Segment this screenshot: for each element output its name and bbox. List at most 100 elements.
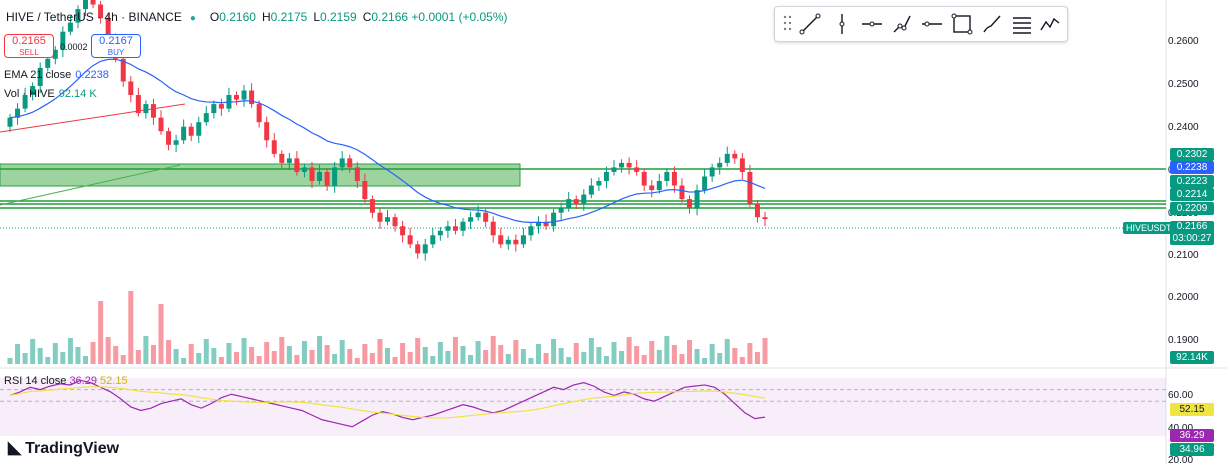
volume-bar [120, 355, 126, 364]
volume-bar [143, 336, 149, 364]
volume-bar [166, 340, 172, 364]
drag-handle-icon[interactable] [781, 13, 795, 33]
candle [754, 203, 760, 218]
ohlc-readout: O0.2160 H0.2175 L0.2159 C0.2166 +0.0001 (+0… [209, 10, 508, 24]
candle [271, 140, 277, 154]
candle [717, 162, 723, 168]
candle [188, 126, 194, 136]
volume-bar [483, 350, 489, 364]
volume-bar [158, 304, 164, 364]
volume-bar [105, 337, 111, 364]
candle [551, 212, 557, 227]
candle [279, 153, 285, 163]
candle [422, 244, 428, 254]
volume-bar [60, 352, 66, 364]
volume-bar [596, 347, 602, 364]
volume-bar [98, 301, 104, 364]
volume-bar [422, 347, 428, 364]
volume-legend[interactable]: Vol · HIVE 92.14 K [4, 88, 97, 100]
candle [490, 221, 496, 236]
volume-bar [558, 348, 564, 364]
price-tag: 0.2209 [1170, 202, 1214, 215]
volume-bar [551, 339, 557, 364]
trend-line [0, 103, 186, 133]
volume-bar [286, 346, 292, 364]
candle [415, 244, 421, 254]
candle [452, 226, 458, 231]
volume-bar [37, 348, 43, 364]
candle [641, 171, 647, 186]
symbol-title[interactable]: HIVE / TetherUS · 4h · BINANCE [6, 10, 182, 24]
candle [739, 158, 745, 172]
volume-bar [460, 346, 466, 364]
candle [83, 0, 88, 10]
candle [150, 104, 156, 118]
volume-bar [717, 353, 723, 364]
volume-bar [45, 357, 51, 364]
volume-bar [317, 336, 323, 364]
volume-bar [656, 350, 662, 364]
candle [747, 171, 753, 204]
rsi-legend[interactable]: RSI 14 close 36.29 52.15 [4, 375, 128, 387]
volume-bar [475, 341, 481, 364]
volume-bar [415, 338, 421, 364]
text-lines-icon[interactable] [1011, 13, 1033, 35]
drawing-toolbar [774, 6, 1068, 42]
candle [619, 162, 625, 168]
candle [603, 171, 609, 181]
volume-bar [173, 349, 179, 364]
candle [498, 235, 504, 245]
candle [528, 226, 534, 236]
volume-bar [649, 341, 655, 364]
volume-bar [739, 357, 745, 364]
volume-bar [135, 350, 141, 364]
trend-line-icon[interactable] [799, 13, 821, 35]
price-tag: 0.2223 [1170, 175, 1214, 188]
candle [634, 167, 640, 172]
horizontal-ray-icon[interactable] [861, 13, 883, 35]
volume-bar [113, 346, 119, 364]
candle [513, 239, 519, 245]
volume-bar [369, 353, 375, 364]
volume-bar [196, 353, 202, 364]
candle [45, 58, 51, 68]
candle [468, 217, 474, 222]
candle [656, 181, 662, 191]
pair-tag: HIVEUSDT [1123, 222, 1175, 234]
axis-tick: 0.2600 [1168, 36, 1199, 47]
volume-bar [385, 348, 390, 364]
axis-tick: 0.2400 [1168, 122, 1199, 133]
price-chart[interactable] [0, 0, 1227, 464]
volume-bar [543, 353, 549, 364]
volume-bar [709, 344, 715, 364]
buy-button[interactable]: 0.2167 BUY [91, 34, 141, 58]
candle [354, 167, 360, 181]
vertical-line-icon[interactable] [831, 13, 853, 35]
volume-bar [528, 358, 534, 364]
path-icon[interactable] [891, 13, 913, 35]
spread-value: 0.0002 [60, 42, 88, 52]
brush-icon[interactable] [981, 13, 1003, 35]
candle [301, 167, 307, 172]
volume-bar [52, 343, 58, 364]
tradingview-logo-icon: ◣ [8, 438, 22, 457]
sell-button[interactable]: 0.2165 SELL [4, 34, 54, 58]
horizontal-line-icon[interactable] [921, 13, 943, 35]
candle [256, 104, 262, 123]
tradingview-logo[interactable]: ◣ TradingView [8, 438, 119, 458]
candle [203, 113, 209, 123]
candle [241, 90, 247, 100]
volume-bar [15, 344, 21, 364]
price-tag: 0.2302 [1170, 148, 1214, 161]
candle [264, 122, 270, 141]
volume-bar [468, 355, 474, 364]
volume-bar [536, 344, 541, 364]
volume-bar [452, 337, 458, 364]
volume-bar [7, 358, 13, 364]
rectangle-icon[interactable] [951, 13, 973, 35]
candle [724, 153, 730, 163]
candle [611, 167, 617, 172]
ema-legend[interactable]: EMA 21 close 0.2238 [4, 69, 109, 81]
pattern-icon[interactable] [1039, 13, 1061, 35]
candle [392, 217, 398, 227]
